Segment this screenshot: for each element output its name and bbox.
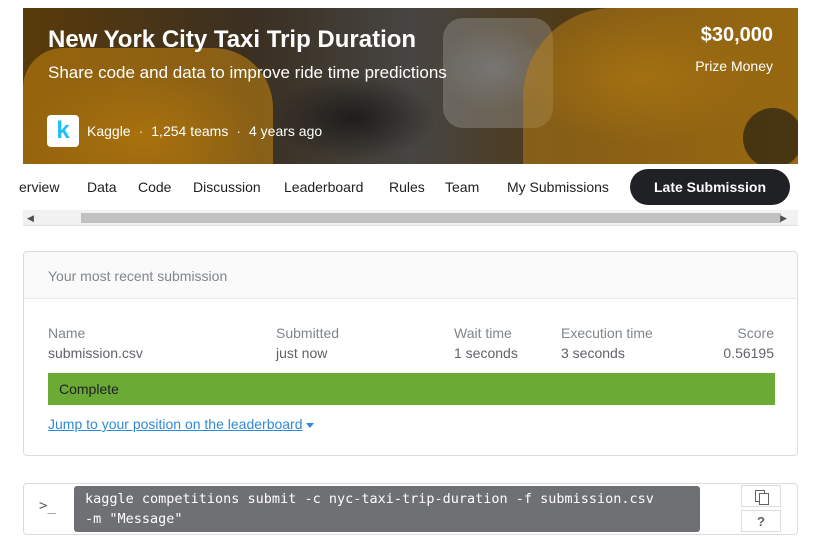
submitted-value: just now [276, 345, 328, 361]
jump-link-label: Jump to your position on the leaderboard [48, 416, 303, 432]
tab-team[interactable]: Team [445, 179, 479, 195]
score-value: 0.56195 [723, 345, 774, 361]
scroll-left-icon[interactable]: ◀ [27, 213, 34, 224]
kaggle-logo-icon[interactable]: k [47, 115, 79, 147]
card-heading: Your most recent submission [24, 252, 797, 299]
score-label: Score [737, 325, 774, 341]
recent-submission-card: Your most recent submission Name submiss… [23, 251, 798, 456]
late-submission-button[interactable]: Late Submission [630, 169, 790, 205]
scroll-right-icon[interactable]: ▶ [780, 213, 787, 224]
copy-button[interactable] [741, 485, 781, 507]
competition-age: 4 years ago [249, 123, 323, 139]
name-value: submission.csv [48, 345, 143, 361]
status-badge: Complete [48, 373, 775, 405]
meta-separator: · [138, 123, 144, 139]
host-name[interactable]: Kaggle [87, 123, 131, 139]
cli-command-card: >_ kaggle competitions submit -c nyc-tax… [23, 483, 798, 535]
tabs-scrollbar[interactable]: ◀ ▶ [23, 210, 798, 226]
competition-meta: k Kaggle · 1,254 teams · 4 years ago [47, 115, 322, 147]
prize-amount: $30,000 [700, 24, 773, 46]
team-count: 1,254 teams [151, 123, 229, 139]
copy-icon [755, 489, 769, 505]
execution-time-value: 3 seconds [561, 345, 625, 361]
cli-command-text[interactable]: kaggle competitions submit -c nyc-taxi-t… [74, 486, 700, 532]
competition-subtitle: Share code and data to improve ride time… [48, 63, 447, 82]
competition-title: New York City Taxi Trip Duration [48, 26, 417, 53]
taxi-wheel-image [743, 108, 798, 164]
tab-overview[interactable]: erview [19, 179, 59, 195]
tab-my-submissions[interactable]: My Submissions [507, 179, 609, 195]
scrollbar-thumb[interactable] [81, 213, 781, 223]
wait-time-value: 1 seconds [454, 345, 518, 361]
wait-time-label: Wait time [454, 325, 512, 341]
competition-header: New York City Taxi Trip Duration Share c… [23, 8, 798, 164]
chevron-down-icon [305, 422, 314, 428]
name-label: Name [48, 325, 86, 341]
help-button[interactable]: ? [741, 510, 781, 532]
jump-to-leaderboard-link[interactable]: Jump to your position on the leaderboard [48, 416, 314, 432]
prize-label: Prize Money [695, 58, 773, 74]
execution-time-label: Execution time [561, 325, 653, 341]
meta-separator: · [236, 123, 241, 139]
tab-data[interactable]: Data [87, 179, 117, 195]
tab-code[interactable]: Code [138, 179, 171, 195]
tab-rules[interactable]: Rules [389, 179, 425, 195]
tab-leaderboard[interactable]: Leaderboard [284, 179, 363, 195]
submitted-label: Submitted [276, 325, 340, 341]
competition-tabs: erview Data Code Discussion Leaderboard … [19, 164, 798, 210]
tab-discussion[interactable]: Discussion [193, 179, 261, 195]
terminal-icon: >_ [39, 498, 56, 514]
